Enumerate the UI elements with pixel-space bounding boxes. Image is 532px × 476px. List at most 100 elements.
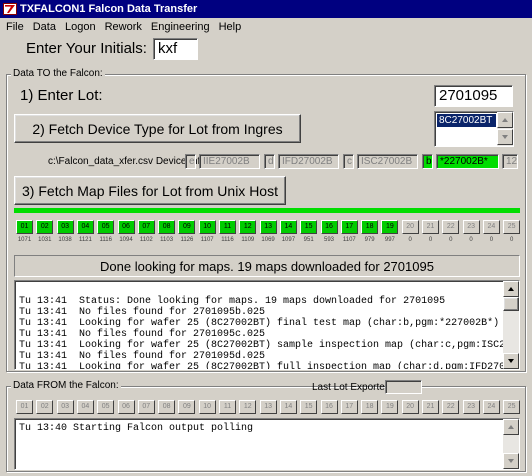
- scroll-down-button[interactable]: [497, 129, 513, 145]
- field-e-value[interactable]: IIE27002B: [199, 154, 260, 169]
- from-falcon-log[interactable]: Tu 13:40 Starting Falcon output polling: [14, 418, 520, 470]
- scroll-up-button[interactable]: [503, 281, 519, 297]
- from-wafer-button-10[interactable]: 10: [198, 400, 216, 414]
- from-wafer-button-22[interactable]: 22: [442, 400, 460, 414]
- wafer-count-14: 1097: [281, 237, 296, 243]
- from-wafer-button-06[interactable]: 06: [117, 400, 135, 414]
- from-wafer-button-11[interactable]: 11: [219, 400, 236, 414]
- lot-input[interactable]: 2701095: [434, 85, 513, 107]
- scroll-down-button[interactable]: [503, 353, 519, 369]
- wafer-button-13[interactable]: 13: [259, 220, 277, 234]
- menu-logon[interactable]: Logon: [65, 21, 96, 33]
- field-extra[interactable]: 12: [502, 154, 518, 169]
- initials-input[interactable]: kxf: [153, 38, 198, 60]
- wafer-count-19: 997: [384, 237, 395, 243]
- wafer-count-16: 593: [323, 237, 334, 243]
- menu-engineering[interactable]: Engineering: [151, 21, 210, 33]
- to-falcon-log-scrollbar[interactable]: [503, 281, 519, 369]
- last-lot-label: Last Lot Exported:: [312, 382, 394, 393]
- progress-bar: [14, 208, 520, 213]
- from-wafer-button-21[interactable]: 21: [422, 400, 439, 414]
- from-wafer-button-16[interactable]: 16: [320, 400, 338, 414]
- device-list-scrollbar[interactable]: [497, 112, 513, 146]
- from-wafer-button-02[interactable]: 02: [36, 400, 54, 414]
- menu-file[interactable]: File: [6, 21, 24, 33]
- wafer-button-18[interactable]: 18: [361, 220, 379, 234]
- wafer-button-02[interactable]: 02: [36, 220, 54, 234]
- to-falcon-log[interactable]: Tu 13:41 Status: Done looking for maps. …: [14, 280, 520, 370]
- wafer-button-25[interactable]: 25: [503, 220, 521, 234]
- wafer-button-12[interactable]: 12: [239, 220, 257, 234]
- arrow-down-icon: [508, 459, 514, 463]
- wafer-button-14[interactable]: 14: [279, 220, 297, 234]
- from-wafer-button-25[interactable]: 25: [503, 400, 521, 414]
- from-wafer-button-09[interactable]: 09: [178, 400, 196, 414]
- wafer-button-06[interactable]: 06: [117, 220, 135, 234]
- wafer-button-09[interactable]: 09: [178, 220, 196, 234]
- device-list[interactable]: 8C27002BT: [434, 111, 514, 147]
- from-wafer-button-12[interactable]: 12: [239, 400, 257, 414]
- from-wafer-button-01[interactable]: 01: [16, 400, 33, 414]
- wafer-count-22: 0: [449, 237, 453, 243]
- menu-data[interactable]: Data: [33, 21, 56, 33]
- from-wafer-button-20[interactable]: 20: [401, 400, 419, 414]
- from-wafer-button-04[interactable]: 04: [76, 400, 94, 414]
- wafer-button-24[interactable]: 24: [482, 220, 500, 234]
- wafer-count-03: 1038: [58, 237, 72, 243]
- wafer-button-19[interactable]: 19: [381, 220, 399, 234]
- field-d-value[interactable]: IFD27002B: [278, 154, 339, 169]
- menu-rework[interactable]: Rework: [105, 21, 142, 33]
- status-panel: Done looking for maps. 19 maps downloade…: [14, 255, 520, 277]
- scroll-down-button[interactable]: [503, 453, 519, 469]
- from-wafer-button-03[interactable]: 03: [56, 400, 74, 414]
- field-b-value[interactable]: *227002B*: [436, 154, 499, 169]
- wafer-button-16[interactable]: 16: [320, 220, 338, 234]
- from-wafer-button-19[interactable]: 19: [381, 400, 399, 414]
- wafer-count-18: 979: [364, 237, 375, 243]
- from-wafer-button-15[interactable]: 15: [300, 400, 318, 414]
- to-falcon-group-label: Data TO the Falcon:: [11, 68, 105, 79]
- wafer-button-21[interactable]: 21: [422, 220, 439, 234]
- menu-help[interactable]: Help: [219, 21, 242, 33]
- wafer-button-08[interactable]: 08: [158, 220, 176, 234]
- from-wafer-button-07[interactable]: 07: [137, 400, 155, 414]
- wafer-button-04[interactable]: 04: [76, 220, 94, 234]
- wafer-button-07[interactable]: 07: [137, 220, 155, 234]
- from-wafer-button-05[interactable]: 05: [97, 400, 115, 414]
- scroll-up-button[interactable]: [503, 419, 519, 435]
- from-wafer-button-14[interactable]: 14: [279, 400, 297, 414]
- scroll-thumb[interactable]: [503, 297, 519, 311]
- from-wafer-button-18[interactable]: 18: [361, 400, 379, 414]
- fetch-map-files-button[interactable]: 3) Fetch Map Files for Lot from Unix Hos…: [14, 176, 286, 205]
- wafer-button-22[interactable]: 22: [442, 220, 460, 234]
- wafer-button-05[interactable]: 05: [97, 220, 115, 234]
- wafer-count-01: 1071: [17, 237, 32, 243]
- wafer-button-23[interactable]: 23: [462, 220, 480, 234]
- from-wafer-button-17[interactable]: 17: [340, 400, 358, 414]
- wafer-count-20: 0: [408, 237, 412, 243]
- wafer-button-17[interactable]: 17: [340, 220, 358, 234]
- log-line: Tu 13:41 Looking for wafer 25 (8C27002BT…: [19, 318, 500, 329]
- log-line: Tu 13:40 Starting Falcon output polling: [19, 423, 254, 434]
- wafer-button-01[interactable]: 01: [16, 220, 33, 234]
- wafer-button-20[interactable]: 20: [401, 220, 419, 234]
- wafer-count-08: 1103: [160, 237, 174, 243]
- from-wafer-button-08[interactable]: 08: [158, 400, 176, 414]
- log-line: Tu 13:41 Looking for wafer 25 (8C27002BT…: [19, 340, 520, 351]
- arrow-up-icon: [508, 425, 514, 429]
- arrow-up-icon: [502, 118, 508, 122]
- fetch-device-type-button[interactable]: 2) Fetch Device Type for Lot from Ingres: [14, 114, 301, 143]
- from-wafer-button-13[interactable]: 13: [259, 400, 277, 414]
- log-line: Tu 13:41 No files found for 2701095c.025: [19, 329, 266, 340]
- wafer-count-05: 1116: [99, 237, 112, 243]
- wafer-button-15[interactable]: 15: [300, 220, 318, 234]
- from-falcon-log-scrollbar[interactable]: [503, 419, 519, 469]
- field-c-value[interactable]: ISC27002B: [357, 154, 418, 169]
- scroll-up-button[interactable]: [497, 112, 513, 128]
- from-wafer-button-24[interactable]: 24: [482, 400, 500, 414]
- from-wafer-button-23[interactable]: 23: [462, 400, 480, 414]
- wafer-button-03[interactable]: 03: [56, 220, 74, 234]
- wafer-button-11[interactable]: 11: [219, 220, 236, 234]
- device-list-item-selected[interactable]: 8C27002BT: [437, 114, 496, 127]
- wafer-button-10[interactable]: 10: [198, 220, 216, 234]
